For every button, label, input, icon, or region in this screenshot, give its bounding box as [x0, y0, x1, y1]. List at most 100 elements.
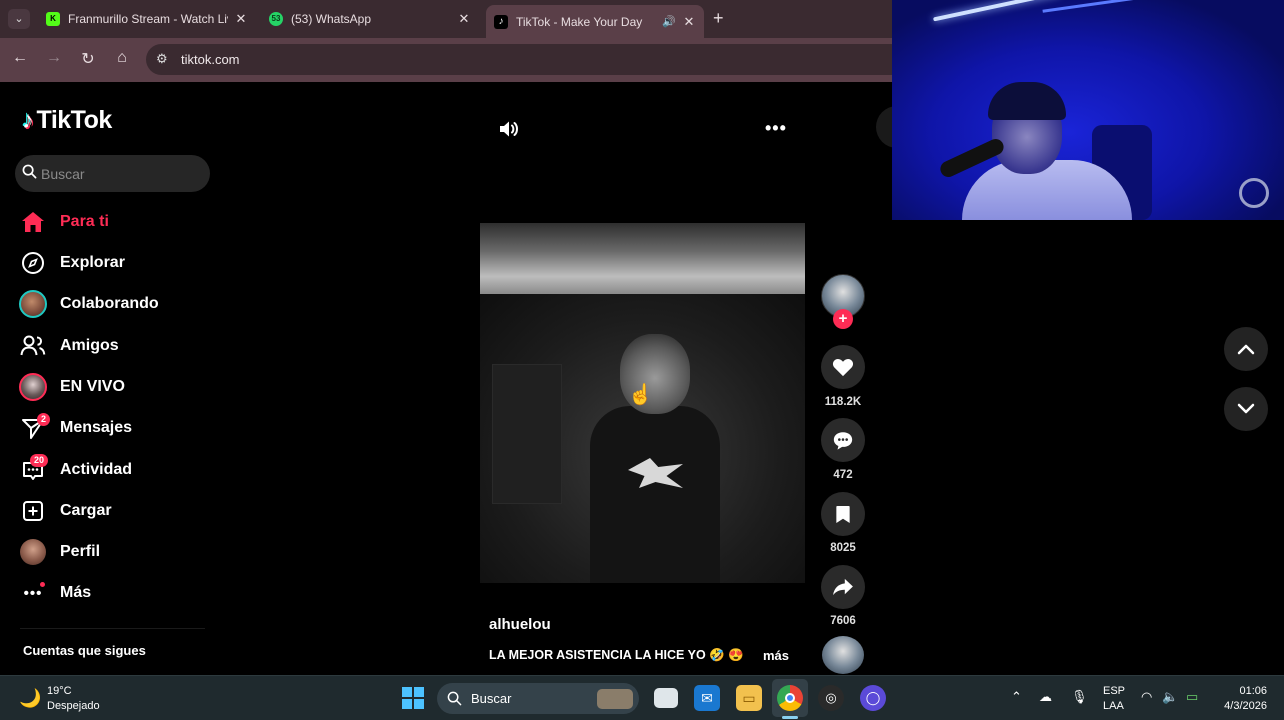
tab-search-chevron-icon[interactable]: ⌄ — [8, 9, 30, 29]
like-button[interactable] — [821, 345, 865, 389]
sidebar-item-cargar[interactable]: Cargar — [18, 496, 112, 526]
url-text[interactable]: tiktok.com — [181, 52, 240, 67]
tab-tiktok[interactable]: ♪ TikTok - Make Your Day 🔊 ✕ — [486, 5, 704, 38]
following-accounts-title: Cuentas que sigues — [23, 643, 146, 658]
profile-avatar-icon — [18, 537, 48, 567]
sidebar-item-label: Más — [60, 584, 92, 601]
sidebar-item-explorar[interactable]: Explorar — [18, 248, 125, 278]
sidebar-item-perfil[interactable]: Perfil — [18, 537, 100, 567]
share-arrow-icon — [833, 578, 853, 596]
sidebar-item-colaborando[interactable]: Colaborando — [18, 289, 159, 319]
windows-start-icon[interactable] — [402, 687, 424, 709]
tab-title: TikTok - Make Your Day — [516, 14, 643, 29]
upload-icon — [18, 496, 48, 526]
comment-count: 472 — [833, 469, 853, 481]
active-app-indicator — [782, 716, 798, 719]
weather-temperature[interactable]: 19°C — [47, 685, 72, 697]
speaker-tray-icon[interactable]: 🔈 — [1162, 689, 1178, 705]
heart-icon — [832, 359, 854, 377]
tab-whatsapp[interactable]: 53 (53) WhatsApp ✕ — [261, 5, 479, 33]
video-author[interactable]: alhuelou — [489, 616, 551, 633]
follow-plus-button[interactable]: + — [833, 309, 853, 329]
address-bar[interactable]: ⚙ tiktok.com — [146, 44, 906, 75]
comment-button[interactable] — [821, 418, 865, 462]
obs-icon[interactable]: ◎ — [818, 685, 844, 711]
sidebar-item-label: EN VIVO — [60, 378, 125, 395]
show-hidden-icons-chevron-icon[interactable]: ⌃ — [1011, 689, 1022, 705]
video-person — [590, 334, 720, 583]
tab-title: (53) WhatsApp — [291, 12, 372, 26]
close-tab-icon[interactable]: ✕ — [682, 14, 696, 30]
sidebar-item-label: Actividad — [60, 461, 133, 478]
share-button[interactable] — [821, 565, 865, 609]
sidebar-item-actividad[interactable]: 20 Actividad — [18, 454, 133, 485]
activity-icon: 20 — [18, 454, 49, 485]
tiktok-search-box[interactable] — [15, 155, 210, 192]
onedrive-cloud-icon[interactable]: ☁ — [1039, 689, 1052, 705]
tab-audio-speaker-icon[interactable]: 🔊 — [662, 15, 676, 28]
reload-icon[interactable]: ↻ — [78, 49, 98, 69]
sidebar-item-label: Explorar — [60, 254, 125, 271]
sound-avatar[interactable] — [822, 636, 864, 674]
input-language[interactable]: ESP — [1103, 685, 1125, 697]
moon-weather-icon[interactable]: 🌙 — [19, 688, 41, 709]
clock-date[interactable]: 4/3/2026 — [1219, 700, 1267, 712]
close-tab-icon[interactable]: ✕ — [234, 11, 248, 27]
whatsapp-favicon-icon: 53 — [269, 12, 283, 26]
input-layout[interactable]: LAA — [1103, 700, 1124, 712]
kick-favicon-icon: K — [46, 12, 60, 26]
sidebar-item-amigos[interactable]: Amigos — [18, 331, 119, 361]
taskbar-search[interactable]: Buscar — [437, 683, 639, 714]
clock-time[interactable]: 01:06 — [1235, 685, 1267, 697]
tiktok-logo[interactable]: ♪ TikTok — [22, 106, 112, 135]
next-video-button[interactable] — [1224, 387, 1268, 431]
taskbar-search-label: Buscar — [471, 691, 512, 706]
sidebar-item-label: Colaborando — [60, 295, 159, 312]
webcam-overlay — [892, 0, 1284, 220]
site-settings-icon[interactable]: ⚙ — [156, 51, 168, 67]
previous-video-button[interactable] — [1224, 327, 1268, 371]
tiktok-favicon-icon: ♪ — [494, 14, 508, 29]
chrome-icon[interactable] — [777, 685, 803, 711]
like-count: 118.2K — [824, 396, 862, 408]
sidebar-item-mas[interactable]: ••• Más — [18, 578, 91, 608]
outlook-icon[interactable]: ✉ — [694, 685, 720, 711]
save-button[interactable] — [821, 492, 865, 536]
volume-icon[interactable] — [497, 117, 521, 141]
more-icon: ••• — [18, 578, 48, 608]
browser-toolbar: ← → ↻ ⌂ ⚙ tiktok.com — [0, 38, 906, 82]
video-more-options-icon[interactable]: ••• — [765, 118, 787, 139]
wifi-icon[interactable]: ◠ — [1141, 689, 1152, 705]
sidebar-item-label: Cargar — [60, 502, 112, 519]
close-tab-icon[interactable]: ✕ — [457, 11, 471, 27]
search-input[interactable] — [41, 155, 201, 192]
hand-cursor-icon: ☝ — [628, 384, 653, 406]
sidebar-item-mensajes[interactable]: 2 Mensajes — [18, 413, 132, 443]
video-frame — [480, 294, 805, 583]
forward-arrow-icon[interactable]: → — [44, 49, 64, 67]
live-avatar-icon — [18, 372, 48, 402]
webcam-person-cap — [988, 82, 1066, 120]
sidebar-item-label: Para ti — [60, 213, 109, 230]
windows-taskbar: 🌙 19°C Despejado Buscar ✉ ▭ ◎ ◯ ⌃ ☁ 🎙 ES… — [0, 675, 1284, 720]
more-dots: ••• — [23, 584, 43, 602]
caption-more-link[interactable]: más — [763, 648, 789, 663]
sidebar-item-en-vivo[interactable]: EN VIVO — [18, 372, 125, 402]
back-arrow-icon[interactable]: ← — [10, 49, 30, 67]
comment-bubble-icon — [833, 431, 853, 450]
task-view-icon[interactable] — [654, 688, 678, 708]
new-tab-button[interactable]: + — [713, 8, 724, 29]
weather-description[interactable]: Despejado — [47, 700, 100, 712]
sidebar-divider — [20, 628, 205, 629]
stream-logo-icon — [1239, 178, 1269, 208]
file-explorer-icon[interactable]: ▭ — [736, 685, 762, 711]
video-top-strip — [480, 223, 805, 294]
battery-icon[interactable]: ▭ — [1186, 689, 1198, 705]
microphone-tray-icon[interactable]: 🎙 — [1071, 689, 1088, 705]
sidebar-item-label: Amigos — [60, 337, 119, 354]
tab-franmurillo-stream[interactable]: K Franmurillo Stream - Watch Liv ✕ — [38, 5, 256, 33]
home-icon[interactable]: ⌂ — [112, 49, 132, 67]
sidebar-item-para-ti[interactable]: Para ti — [18, 207, 109, 237]
home-icon — [18, 207, 48, 237]
app-circle-icon[interactable]: ◯ — [860, 685, 886, 711]
